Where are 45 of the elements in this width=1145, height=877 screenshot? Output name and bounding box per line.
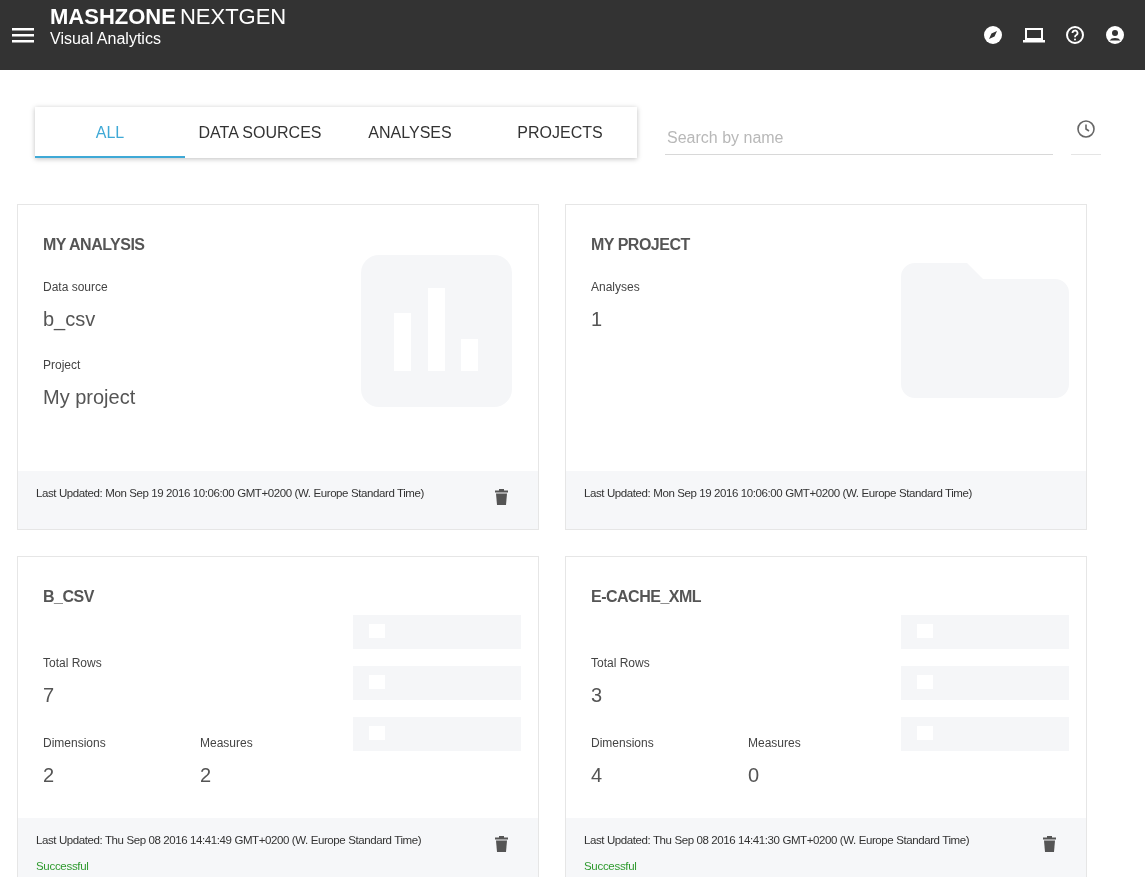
tab[interactable]: DATA SOURCES xyxy=(185,107,335,158)
field-value: 4 xyxy=(591,763,604,787)
field-value: 0 xyxy=(748,763,761,787)
field-label: Total Rows xyxy=(591,655,651,671)
field-label: Data source xyxy=(43,279,109,295)
trash-icon[interactable] xyxy=(495,836,508,852)
field-label: Dimensions xyxy=(43,735,107,751)
field-label: Analyses xyxy=(591,279,641,295)
field-value: 2 xyxy=(200,763,213,787)
help-icon[interactable] xyxy=(1065,25,1085,45)
field-value: 3 xyxy=(591,683,604,707)
field-label: Project xyxy=(43,357,82,373)
last-updated-text: Last Updated: Thu Sep 08 2016 14:41:30 GMT+0200 (W. Europe Standard Time) xyxy=(584,833,971,848)
last-updated-text: Last Updated: Mon Sep 19 2016 10:06:00 GMT+0200 (W. Europe Standard Time) xyxy=(584,486,973,501)
field-label: Total Rows xyxy=(43,655,103,671)
tab[interactable]: ANALYSES xyxy=(335,107,485,158)
tab[interactable]: PROJECTS xyxy=(485,107,635,158)
field-value: 2 xyxy=(43,763,56,787)
card-title: MY PROJECT xyxy=(591,235,691,255)
card-title: B_CSV xyxy=(43,587,95,607)
brand-name: NEXTGEN xyxy=(179,5,287,29)
clock-icon xyxy=(1076,118,1096,139)
brand-name: MASHZONE xyxy=(50,5,176,29)
compass-icon[interactable] xyxy=(983,25,1003,45)
card-title: MY ANALYSIS xyxy=(43,235,146,255)
card-title: E-CACHE_XML xyxy=(591,587,703,607)
user-icon[interactable] xyxy=(1105,25,1125,45)
field-label: Measures xyxy=(748,735,802,751)
trash-icon[interactable] xyxy=(495,489,508,505)
app-subtitle: Visual Analytics xyxy=(50,29,162,49)
last-updated-text: Last Updated: Mon Sep 19 2016 10:06:00 GMT+0200 (W. Europe Standard Time) xyxy=(36,486,425,501)
field-value: My project xyxy=(43,385,137,409)
field-value: 7 xyxy=(43,683,56,707)
field-value: b_csv xyxy=(43,307,97,331)
laptop-icon[interactable] xyxy=(1023,26,1045,44)
status-text: Successful xyxy=(584,859,638,875)
search-field[interactable]: Search by name xyxy=(665,122,1053,155)
menu-icon[interactable] xyxy=(12,27,34,43)
status-text: Successful xyxy=(36,859,90,875)
field-value: 1 xyxy=(591,307,604,331)
trash-icon[interactable] xyxy=(1043,836,1056,852)
field-label: Measures xyxy=(200,735,254,751)
field-label: Dimensions xyxy=(591,735,655,751)
last-updated-text: Last Updated: Thu Sep 08 2016 14:41:49 GMT+0200 (W. Europe Standard Time) xyxy=(36,833,423,848)
history-button[interactable] xyxy=(1071,118,1101,155)
